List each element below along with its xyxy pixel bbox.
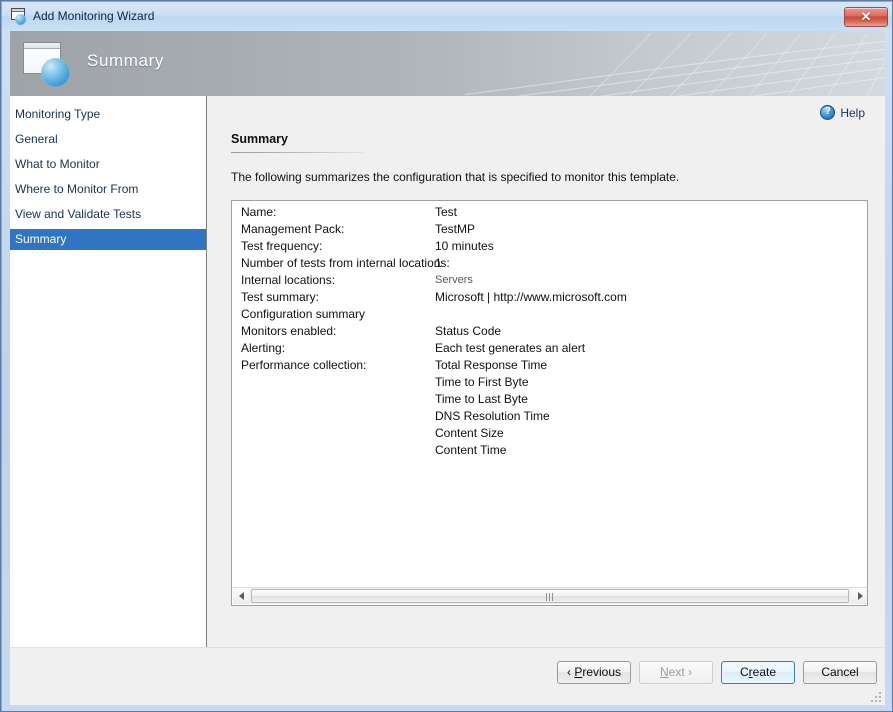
summary-row-value: Content Time (435, 443, 507, 457)
create-button[interactable]: Create (721, 661, 795, 684)
sidebar-item-label: Summary (15, 232, 67, 246)
summary-row: Content Time (232, 443, 867, 460)
summary-row-value: Servers (435, 274, 473, 286)
resize-grip-icon[interactable] (869, 690, 881, 702)
sidebar-item-where-to-monitor-from[interactable]: Where to Monitor From (10, 179, 206, 200)
close-icon: ✕ (860, 9, 872, 24)
summary-row-label: Test frequency: (241, 239, 323, 253)
summary-row: Alerting: Each test generates an alert (232, 341, 867, 358)
next-button[interactable]: Next › (639, 661, 713, 684)
scroll-thumb-grip-icon (546, 593, 554, 601)
summary-panel: Name: Test Management Pack: TestMP Test freq… (231, 200, 868, 606)
summary-row-label: Configuration summary (241, 307, 366, 321)
summary-row-label: Management Pack: (241, 222, 345, 236)
intro-text: The following summarizes the configurati… (231, 170, 680, 184)
help-question-icon (820, 105, 836, 120)
help-link[interactable]: Help (820, 105, 865, 123)
summary-row: Number of tests from internal locations:… (232, 256, 867, 273)
add-monitoring-wizard-window: Add Monitoring Wizard ✕ Summary Monitori… (0, 0, 893, 712)
window-title: Add Monitoring Wizard (33, 9, 155, 23)
accelerator-char: N (659, 665, 669, 679)
wizard-banner: Summary (10, 31, 885, 96)
summary-row: Content Size (232, 426, 867, 443)
summary-row: Management Pack: TestMP (232, 222, 867, 239)
summary-row-value: Status Code (435, 324, 502, 338)
summary-row-label: Monitors enabled: (241, 324, 337, 338)
sidebar-item-label: View and Validate Tests (15, 207, 142, 221)
summary-row-value: Test (435, 205, 458, 219)
sidebar-item-label: General (15, 132, 58, 146)
summary-row-label: Internal locations: (241, 273, 336, 287)
summary-row: Test summary: Microsoft | http://www.micr… (232, 290, 867, 307)
summary-row-value: 1 (435, 256, 442, 270)
sidebar-item-view-and-validate-tests[interactable]: View and Validate Tests (10, 204, 206, 225)
summary-row: Time to Last Byte (232, 392, 867, 409)
scrollbar-thumb[interactable] (251, 589, 849, 603)
right-triangle-shape (857, 592, 863, 600)
scroll-right-arrow-icon[interactable] (851, 588, 867, 604)
previous-button[interactable]: ‹ Previous (557, 661, 631, 684)
banner-globe-shape (41, 58, 70, 87)
banner-window-globe-icon (23, 40, 75, 88)
close-button[interactable]: ✕ (844, 7, 888, 27)
help-label: Help (840, 106, 865, 120)
banner-title: Summary (87, 51, 164, 70)
summary-list: Name: Test Management Pack: TestMP Test freq… (232, 205, 867, 460)
summary-row: Configuration summary (232, 307, 867, 324)
summary-row-label: Alerting: (241, 341, 286, 355)
summary-row-label: Performance collection: (241, 358, 367, 372)
globe-shape (15, 14, 26, 25)
banner-mesh-decoration (465, 32, 885, 96)
accelerator-char: P (574, 665, 583, 679)
summary-row-value: Time to First Byte (435, 375, 529, 389)
summary-row: Monitors enabled: Status Code (232, 324, 867, 341)
summary-row-value: Content Size (435, 426, 504, 440)
summary-row-value: TestMP (435, 222, 476, 236)
summary-row: Internal locations: Servers (232, 273, 867, 290)
summary-row-value: Total Response Time (435, 358, 548, 372)
summary-row-value: DNS Resolution Time (435, 409, 550, 423)
sidebar-item-general[interactable]: General (10, 129, 206, 150)
summary-row-label: Name: (241, 205, 277, 219)
wizard-body: Monitoring Type General What to Monitor Whe… (10, 96, 885, 647)
page-title: Summary (231, 132, 288, 146)
sidebar-item-label: What to Monitor (15, 157, 100, 171)
summary-row: Name: Test (232, 205, 867, 222)
accelerator-char: r (748, 665, 753, 679)
summary-row: DNS Resolution Time (232, 409, 867, 426)
summary-row: Performance collection: Total Response Ti… (232, 358, 867, 375)
title-bar: Add Monitoring Wizard ✕ (2, 2, 892, 31)
left-triangle-shape (238, 592, 244, 600)
wizard-window-globe-icon (10, 8, 28, 25)
sidebar-item-monitoring-type[interactable]: Monitoring Type (10, 104, 206, 125)
summary-row: Time to First Byte (232, 375, 867, 392)
horizontal-scrollbar[interactable] (233, 587, 867, 604)
summary-row-label: Test summary: (241, 290, 320, 304)
summary-row-value: Each test generates an alert (435, 341, 586, 355)
sidebar-item-label: Monitoring Type (15, 107, 101, 121)
sidebar-item-summary[interactable]: Summary (10, 229, 206, 250)
summary-row: Test frequency: 10 minutes (232, 239, 867, 256)
summary-row-value: 10 minutes (435, 239, 494, 253)
wizard-content-pane: Help Summary The following summarizes th… (207, 96, 885, 647)
summary-row-value: Time to Last Byte (435, 392, 528, 406)
wizard-footer: ‹ Previous Next › Create Cancel (10, 647, 885, 705)
summary-row-label: Number of tests from internal locations: (241, 256, 450, 270)
summary-row-value: Microsoft | http://www.microsoft.com (435, 290, 627, 304)
sidebar-item-what-to-monitor[interactable]: What to Monitor (10, 154, 206, 175)
wizard-step-sidebar: Monitoring Type General What to Monitor Whe… (10, 96, 206, 647)
cancel-button[interactable]: Cancel (803, 661, 877, 684)
sidebar-item-label: Where to Monitor From (15, 182, 139, 196)
page-title-rule (231, 152, 365, 153)
scroll-left-arrow-icon[interactable] (233, 588, 250, 604)
